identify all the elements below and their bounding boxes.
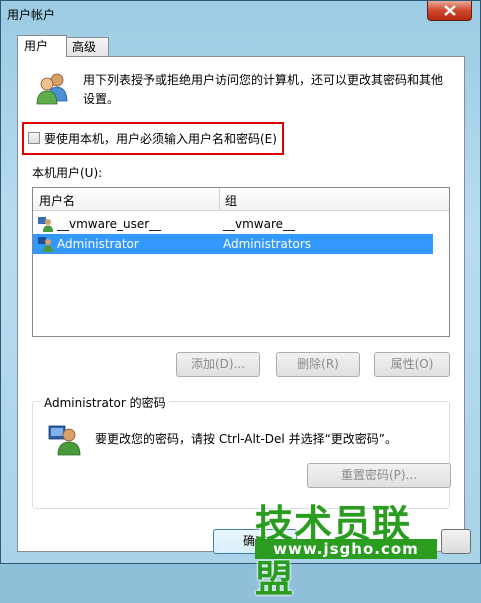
tab-users[interactable]: 用户: [17, 35, 67, 57]
title-bar[interactable]: 用户帐户: [1, 1, 480, 27]
close-button[interactable]: [427, 1, 472, 21]
table-row[interactable]: Administrator Administrators: [33, 234, 433, 254]
user-icon: [38, 237, 53, 252]
site-watermark: 技术员联盟 www.jsgho.com: [251, 493, 441, 601]
watermark-url: www.jsgho.com: [255, 539, 437, 559]
password-instructions: 要更改您的密码，请按 Ctrl-Alt-Del 并选择“更改密码”。: [95, 432, 398, 446]
cancel-button[interactable]: [441, 529, 471, 554]
password-group-title: Administrator 的密码: [41, 394, 169, 411]
properties-button[interactable]: 属性(O): [374, 352, 450, 377]
cell-group: __vmware__: [223, 217, 296, 231]
reset-password-button[interactable]: 重置密码(P)...: [307, 463, 451, 488]
list-header: 用户名 组: [33, 188, 449, 211]
column-header-group[interactable]: 组: [225, 192, 237, 209]
users-icon: [36, 73, 68, 105]
tab-advanced[interactable]: 高级: [65, 37, 109, 57]
users-list[interactable]: 用户名 组 __vmware_user__ __vmware__ Adminis…: [32, 187, 450, 337]
close-icon: [443, 5, 456, 16]
cell-group: Administrators: [223, 237, 312, 251]
user-accounts-window: 用户帐户 用户 高级 用下列表授予或拒绝用户访问您的计算机，还可以更改其密码和其…: [0, 0, 481, 601]
user-icon: [38, 217, 53, 232]
require-login-row[interactable]: 要使用本机，用户必须输入用户名和密码(E): [28, 128, 277, 148]
add-user-button[interactable]: 添加(D)...: [176, 352, 260, 377]
require-login-label[interactable]: 要使用本机，用户必须输入用户名和密码(E): [44, 130, 277, 147]
cell-username: __vmware_user__: [57, 217, 162, 231]
users-list-caption: 本机用户(U):: [32, 166, 103, 180]
intro-text: 用下列表授予或拒绝用户访问您的计算机，还可以更改其密码和其他设置。: [83, 73, 444, 106]
user-icon: [48, 425, 81, 456]
column-divider[interactable]: [219, 188, 220, 210]
cell-username: Administrator: [57, 237, 139, 251]
users-tab-panel: 用下列表授予或拒绝用户访问您的计算机，还可以更改其密码和其他设置。 要使用本机，…: [17, 56, 465, 552]
require-login-checkbox[interactable]: [28, 132, 40, 144]
delete-user-button[interactable]: 删除(R): [276, 352, 360, 377]
table-row[interactable]: __vmware_user__ __vmware__: [33, 214, 433, 234]
column-header-username[interactable]: 用户名: [39, 192, 75, 209]
window-title: 用户帐户: [7, 8, 56, 22]
